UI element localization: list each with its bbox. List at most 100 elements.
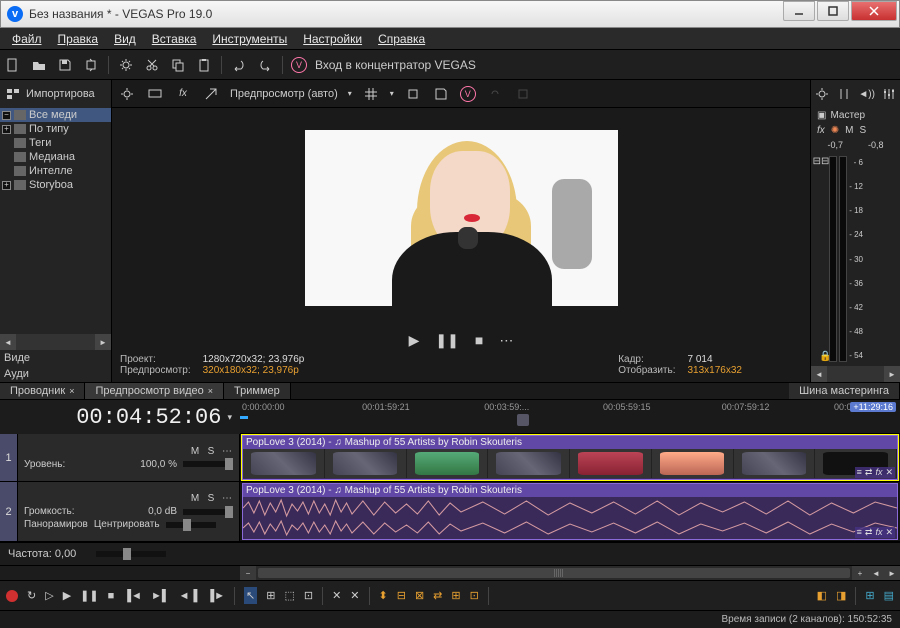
- menu-view[interactable]: Вид: [106, 30, 144, 48]
- link-icon[interactable]: [486, 85, 504, 103]
- tree-item-tags[interactable]: Теги: [0, 136, 111, 150]
- hub-label[interactable]: Вход в концентратор VEGAS: [315, 58, 476, 72]
- mute-button[interactable]: M: [189, 493, 201, 504]
- track-more-icon[interactable]: ⋯: [221, 493, 233, 504]
- menu-edit[interactable]: Правка: [50, 30, 107, 48]
- menu-tools[interactable]: Инструменты: [204, 30, 295, 48]
- master-settings-icon[interactable]: [813, 85, 831, 103]
- tree-item-media[interactable]: Медиана: [0, 150, 111, 164]
- redo-icon[interactable]: [256, 56, 274, 74]
- clip-crossfade-icon[interactable]: ⇄: [865, 527, 873, 538]
- preview-quality-dropdown[interactable]: Предпросмотр (авто): [230, 88, 338, 100]
- autoripple-icon[interactable]: ✕: [350, 589, 359, 602]
- auto-crossfade-icon[interactable]: ⊠: [415, 589, 424, 602]
- clip-crossfade-icon[interactable]: ⇄: [865, 467, 873, 478]
- master-fx-button[interactable]: fx: [817, 125, 825, 136]
- tree-item-all-media[interactable]: −Все меди: [0, 108, 111, 122]
- split-screen-icon[interactable]: [202, 85, 220, 103]
- mixer-icon[interactable]: [880, 85, 898, 103]
- clip-menu-icon[interactable]: ≡: [857, 527, 862, 538]
- tab-master-bus[interactable]: Шина мастеринга: [789, 383, 900, 399]
- automation-icon[interactable]: ✺: [831, 125, 839, 136]
- master-hscroll[interactable]: ◄►: [811, 366, 900, 382]
- timeline-ruler[interactable]: 0:00:00:00 00:01:59:21 00:03:59:... 00:0…: [240, 400, 900, 434]
- paste-icon[interactable]: [195, 56, 213, 74]
- chevron-down-icon[interactable]: ▾: [227, 412, 232, 423]
- track-number[interactable]: 2: [0, 482, 18, 541]
- pause-icon[interactable]: ❚❚: [80, 589, 98, 602]
- solo-button[interactable]: S: [205, 446, 217, 457]
- chevron-down-icon[interactable]: ▾: [348, 89, 352, 98]
- tree-item-by-type[interactable]: +По типу: [0, 122, 111, 136]
- selection-tool-icon[interactable]: ⬚: [284, 589, 294, 602]
- close-button[interactable]: [851, 1, 897, 21]
- volume-slider[interactable]: [183, 509, 233, 515]
- ripple-icon[interactable]: ⇄: [433, 589, 442, 602]
- stereo-link-icon[interactable]: ⊟⊟: [813, 156, 830, 167]
- mute-button[interactable]: M: [189, 446, 201, 457]
- tab-explorer[interactable]: Проводник×: [0, 383, 85, 399]
- copy-snapshot-icon[interactable]: [404, 85, 422, 103]
- tree-item-intelli[interactable]: Интелле: [0, 164, 111, 178]
- maximize-button[interactable]: [817, 1, 849, 21]
- quantize-icon[interactable]: ⊟: [397, 589, 406, 602]
- audio-track-header[interactable]: 2 MS⋯ Громкость:0,0 dB ПанорамировЦентри…: [0, 482, 240, 541]
- timeline-hscroll[interactable]: −+◄►: [240, 566, 900, 580]
- preview-settings-icon[interactable]: [118, 85, 136, 103]
- media-views-icon[interactable]: [4, 85, 22, 103]
- clip-menu-icon[interactable]: ≡: [857, 467, 862, 478]
- track-more-icon[interactable]: ⋯: [221, 446, 233, 457]
- video-track-lane[interactable]: PopLove 3 (2014) - ♫ Mashup of 55 Artist…: [240, 434, 900, 481]
- menu-file[interactable]: Файл: [4, 30, 50, 48]
- render-icon[interactable]: [82, 56, 100, 74]
- master-solo-button[interactable]: S: [860, 125, 867, 136]
- marker-icon[interactable]: [517, 414, 529, 426]
- undo-icon[interactable]: [230, 56, 248, 74]
- clip-fx-icon[interactable]: fx: [875, 467, 882, 478]
- normal-edit-tool-icon[interactable]: ↖: [244, 587, 257, 604]
- open-icon[interactable]: [30, 56, 48, 74]
- level-slider[interactable]: [183, 461, 233, 467]
- pause-icon[interactable]: ❚❚: [435, 332, 458, 349]
- tab-video-preview[interactable]: Предпросмотр видео×: [85, 383, 224, 399]
- clip-close-icon[interactable]: ✕: [885, 527, 893, 538]
- chevron-down-icon[interactable]: ▾: [390, 89, 394, 98]
- region-tool-icon[interactable]: ◨: [836, 589, 846, 602]
- overlays-icon[interactable]: [362, 85, 380, 103]
- play-icon[interactable]: ▶: [409, 332, 420, 349]
- snap-icon[interactable]: ✕: [332, 589, 341, 602]
- video-track-header[interactable]: 1 MS⋯ Уровень:100,0 %: [0, 434, 240, 481]
- play-icon[interactable]: ▶: [63, 589, 71, 602]
- tree-item-storyboard[interactable]: +Storyboa: [0, 178, 111, 192]
- external-monitor-icon[interactable]: [146, 85, 164, 103]
- track-number[interactable]: 1: [0, 434, 18, 481]
- cut-icon[interactable]: [143, 56, 161, 74]
- video-clip[interactable]: PopLove 3 (2014) - ♫ Mashup of 55 Artist…: [242, 435, 898, 480]
- audio-clip[interactable]: PopLove 3 (2014) - ♫ Mashup of 55 Artist…: [242, 483, 898, 540]
- menu-help[interactable]: Справка: [370, 30, 433, 48]
- pan-slider[interactable]: [166, 522, 216, 528]
- save-icon[interactable]: [56, 56, 74, 74]
- playhead-icon[interactable]: [240, 416, 248, 419]
- vegas-hub-icon[interactable]: V: [291, 57, 307, 73]
- import-label[interactable]: Импортирова: [26, 88, 95, 100]
- output-select-icon[interactable]: ▣: [817, 110, 826, 121]
- properties-icon[interactable]: [117, 56, 135, 74]
- group-tool-icon[interactable]: ⊞: [266, 589, 275, 602]
- play-start-icon[interactable]: ▷: [45, 589, 53, 602]
- dim-icon[interactable]: ◄)): [858, 85, 876, 103]
- tab-trimmer[interactable]: Триммер: [224, 383, 291, 399]
- clip-fx-icon[interactable]: fx: [875, 527, 882, 538]
- solo-button[interactable]: S: [205, 493, 217, 504]
- lock-envelopes-icon[interactable]: ⊞: [451, 589, 460, 602]
- snapping-toggle-icon[interactable]: ⬍: [379, 589, 388, 602]
- menu-settings[interactable]: Настройки: [295, 30, 370, 48]
- ignore-grouping-icon[interactable]: ⊡: [470, 589, 479, 602]
- loop-icon[interactable]: ↻: [27, 589, 36, 602]
- video-fx-icon[interactable]: fx: [174, 85, 192, 103]
- timecode-display[interactable]: 00:04:52:06: [76, 405, 221, 430]
- copy-icon[interactable]: [169, 56, 187, 74]
- marker-tool-icon[interactable]: ◧: [817, 589, 827, 602]
- media-hscroll[interactable]: ◄►: [0, 334, 111, 350]
- menu-insert[interactable]: Вставка: [144, 30, 205, 48]
